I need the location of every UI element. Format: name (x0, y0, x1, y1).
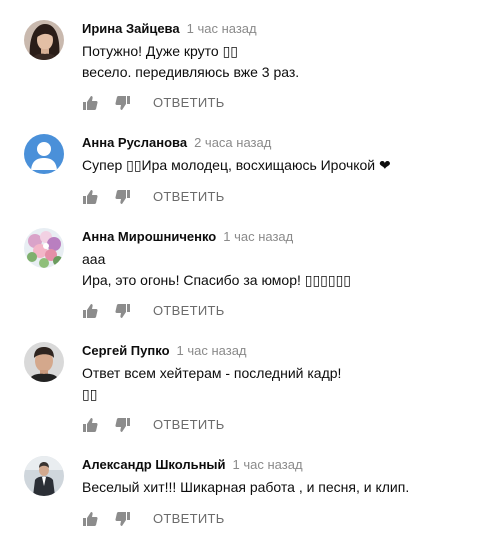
comment-body: Сергей Пупко 1 час назад Ответ всем хейте… (82, 342, 473, 405)
comment-time[interactable]: 1 час назад (233, 457, 303, 472)
comment-text: ааа Ира, это огонь! Спасибо за юмор! ▯▯▯… (82, 251, 351, 288)
comment-time[interactable]: 1 час назад (177, 343, 247, 358)
author-name[interactable]: Анна Мирошниченко (82, 229, 216, 244)
avatar[interactable] (24, 456, 64, 496)
photo-woman-dark-hair-avatar (24, 20, 64, 60)
thumbs-down-icon[interactable] (115, 303, 131, 319)
avatar[interactable] (24, 342, 64, 382)
flowers-bouquet-avatar (24, 228, 64, 268)
comment-meta: Александр Школьный 1 час назад (82, 456, 473, 474)
comment-time[interactable]: 2 часа назад (194, 135, 271, 150)
comment-text: Ответ всем хейтерам - последний кадр! ▯▯ (82, 365, 342, 402)
avatar[interactable] (24, 20, 64, 60)
thumbs-down-icon[interactable] (115, 417, 131, 433)
avatar[interactable] (24, 134, 64, 174)
comment-text: Потужно! Дуже круто ▯▯ весело. передивля… (82, 43, 300, 80)
reply-button[interactable]: ОТВЕТИТЬ (153, 95, 225, 111)
photo-man-portrait-avatar (24, 342, 64, 382)
comment-time[interactable]: 1 час назад (223, 229, 293, 244)
author-name[interactable]: Сергей Пупко (82, 343, 170, 358)
thumbs-up-icon[interactable] (82, 189, 98, 205)
thumbs-down-icon[interactable] (115, 189, 131, 205)
comment-body: Анна Мирошниченко 1 час назад ааа Ира, эт… (82, 228, 473, 291)
comment-actions: ОТВЕТИТЬ (82, 95, 225, 111)
comment-body: Ирина Зайцева 1 час назад Потужно! Дуже к… (82, 20, 473, 83)
comment-time[interactable]: 1 час назад (187, 21, 257, 36)
comment-meta: Анна Русланова 2 часа назад (82, 134, 473, 152)
default-user-avatar (24, 134, 64, 174)
comments-list: Ирина Зайцева 1 час назад Потужно! Дуже к… (0, 0, 483, 536)
comment-actions: ОТВЕТИТЬ (82, 303, 225, 319)
thumbs-up-icon[interactable] (82, 95, 98, 111)
author-name[interactable]: Александр Школьный (82, 457, 226, 472)
thumbs-down-icon[interactable] (115, 95, 131, 111)
reply-button[interactable]: ОТВЕТИТЬ (153, 511, 225, 527)
author-name[interactable]: Ирина Зайцева (82, 21, 180, 36)
reply-button[interactable]: ОТВЕТИТЬ (153, 189, 225, 205)
comment-text: Супер ▯▯Ира молодец, восхищаюсь Ирочкой … (82, 157, 391, 173)
comment-meta: Сергей Пупко 1 час назад (82, 342, 473, 360)
comment-text: Веселый хит!!! Шикарная работа , и песня… (82, 479, 410, 495)
thumbs-up-icon[interactable] (82, 417, 98, 433)
reply-button[interactable]: ОТВЕТИТЬ (153, 303, 225, 319)
comment-meta: Ирина Зайцева 1 час назад (82, 20, 473, 38)
thumbs-up-icon[interactable] (82, 511, 98, 527)
reply-button[interactable]: ОТВЕТИТЬ (153, 417, 225, 433)
comment-body: Анна Русланова 2 часа назад Супер ▯▯Ира м… (82, 134, 473, 176)
photo-man-suit-avatar (24, 456, 64, 496)
comment-actions: ОТВЕТИТЬ (82, 511, 225, 527)
comment-body: Александр Школьный 1 час назад Веселый хи… (82, 456, 473, 498)
comment-actions: ОТВЕТИТЬ (82, 189, 225, 205)
comment-actions: ОТВЕТИТЬ (82, 417, 225, 433)
thumbs-down-icon[interactable] (115, 511, 131, 527)
thumbs-up-icon[interactable] (82, 303, 98, 319)
avatar[interactable] (24, 228, 64, 268)
author-name[interactable]: Анна Русланова (82, 135, 187, 150)
comment-meta: Анна Мирошниченко 1 час назад (82, 228, 473, 246)
